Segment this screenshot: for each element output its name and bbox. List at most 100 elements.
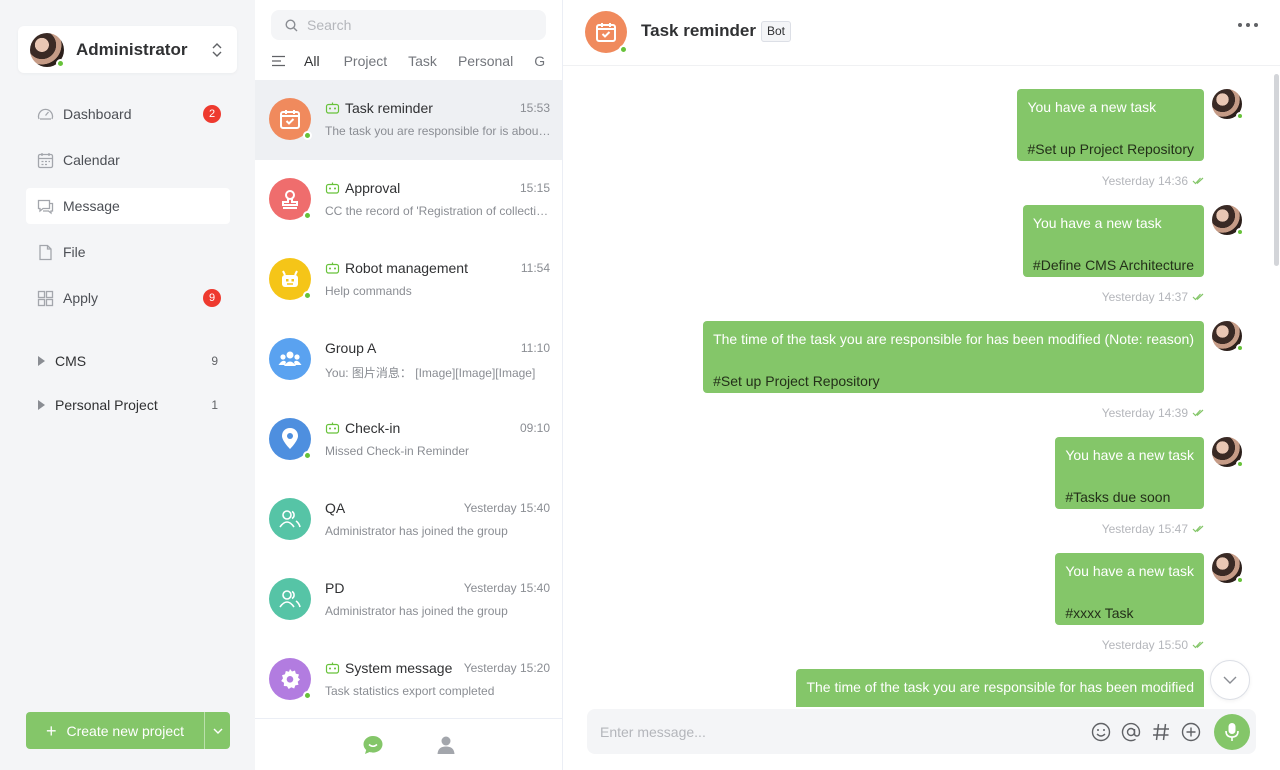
gear-icon — [269, 658, 312, 700]
conversation-item[interactable]: Robot management 11:54 Help commands — [255, 240, 562, 320]
dashboard-icon — [36, 105, 54, 123]
conversation-item[interactable]: System message Yesterday 15:20 Task stat… — [255, 640, 562, 720]
task-link[interactable]: #xxxx Task — [1065, 605, 1194, 625]
conversation-preview: You: 图片消息： [Image][Image][Image] — [325, 366, 536, 380]
contacts-icon[interactable] — [436, 735, 456, 755]
tab-personal[interactable]: Personal — [458, 53, 513, 69]
conversation-item[interactable]: Group A 11:10 You: 图片消息： [Image][Image][… — [255, 320, 562, 400]
avatar — [30, 32, 65, 68]
message-bubble: The time of the task you are responsible… — [796, 669, 1204, 707]
message-text: You have a new task — [1065, 447, 1194, 463]
message-text: You have a new task — [1032, 215, 1162, 231]
conversation-time: Yesterday 15:20 — [463, 661, 550, 675]
conversation-preview: Administrator has joined the group — [325, 524, 508, 538]
calendar-check-icon — [585, 11, 628, 54]
nav-item-message[interactable]: Message — [26, 188, 230, 224]
online-status-dot — [303, 211, 312, 220]
conversation-time: 15:15 — [519, 181, 550, 195]
chat-bubble-icon[interactable] — [362, 735, 384, 755]
emoji-icon[interactable] — [1090, 721, 1112, 743]
project-group-label: Personal Project — [55, 397, 158, 413]
task-link[interactable]: #Define CMS Architecture — [1033, 257, 1194, 277]
task-link[interactable]: #Set up Project Repository — [713, 373, 1194, 393]
add-circle-icon[interactable] — [1180, 721, 1202, 743]
chevron-down-icon — [213, 728, 222, 734]
conversation-preview: CC the record of 'Registration of collec… — [325, 204, 551, 218]
bot-tag: Bot — [761, 21, 792, 42]
conversation-item[interactable]: QA Yesterday 15:40 Administrator has joi… — [255, 480, 562, 560]
online-status-dot — [1236, 112, 1244, 120]
message-icon — [36, 197, 54, 215]
conversation-time: 11:54 — [520, 261, 550, 275]
project-count: 1 — [211, 398, 218, 412]
expand-collapse-icon[interactable] — [203, 36, 231, 64]
conversation-item[interactable]: PD Yesterday 15:40 Administrator has joi… — [255, 560, 562, 640]
bot-icon — [325, 102, 340, 114]
message-text: You have a new task — [1027, 99, 1157, 115]
message-time: Yesterday 15:50 — [1102, 638, 1204, 652]
conversation-preview: Administrator has joined the group — [325, 604, 508, 618]
bot-icon — [325, 422, 340, 434]
online-status-dot — [303, 291, 312, 300]
read-check-icon — [1192, 177, 1204, 185]
sidebar: Administrator Dashboard 2 Calendar Messa… — [0, 0, 255, 770]
list-footer-tabs — [255, 718, 562, 770]
create-project-dropdown[interactable] — [205, 712, 230, 749]
read-check-icon — [1192, 409, 1204, 417]
search-input[interactable] — [307, 17, 527, 33]
conversation-title: Approval — [325, 180, 400, 196]
task-link[interactable]: #Tasks due soon — [1065, 489, 1194, 509]
scroll-to-bottom-button[interactable] — [1210, 660, 1250, 700]
mention-icon[interactable] — [1120, 721, 1142, 743]
main-nav: Dashboard 2 Calendar Message File Apply … — [26, 96, 230, 326]
bot-icon — [325, 662, 340, 674]
calendar-icon — [36, 151, 54, 169]
nav-label: Apply — [63, 290, 99, 306]
tab-project[interactable]: Project — [344, 53, 388, 69]
nav-item-file[interactable]: File — [26, 234, 230, 270]
conversation-time: Yesterday 15:40 — [463, 501, 550, 515]
message-input[interactable] — [600, 723, 1090, 740]
conversation-time: Yesterday 15:40 — [463, 581, 550, 595]
chat-title: Task reminder — [641, 21, 756, 40]
message-stream: You have a new task #Set up Project Repo… — [563, 67, 1280, 707]
conversation-item[interactable]: Task reminder 15:53 The task you are res… — [255, 80, 562, 160]
nav-item-dashboard[interactable]: Dashboard 2 — [26, 96, 230, 132]
nav-item-apply[interactable]: Apply 9 — [26, 280, 230, 316]
message-bubble: The time of the task you are responsible… — [703, 321, 1204, 393]
scrollbar[interactable] — [1274, 74, 1279, 266]
microphone-button[interactable] — [1214, 713, 1250, 750]
conversation-item[interactable]: Approval 15:15 CC the record of 'Registr… — [255, 160, 562, 240]
message-time: Yesterday 14:36 — [1102, 174, 1204, 188]
search-box — [271, 10, 546, 40]
tab-all[interactable]: All — [304, 53, 320, 69]
file-icon — [36, 243, 54, 261]
online-status-dot — [303, 691, 312, 700]
hashtag-icon[interactable] — [1150, 721, 1172, 743]
conversation-time: 15:53 — [519, 101, 550, 115]
unread-badge: 2 — [203, 105, 221, 123]
online-status-dot — [1236, 460, 1244, 468]
more-options-icon[interactable] — [1238, 23, 1258, 27]
project-group-cms[interactable]: CMS 9 — [26, 346, 230, 376]
read-check-icon — [1192, 641, 1204, 649]
nav-item-calendar[interactable]: Calendar — [26, 142, 230, 178]
tab-group[interactable]: G — [534, 53, 545, 69]
conversation-item[interactable]: Check-in 09:10 Missed Check-in Reminder — [255, 400, 562, 480]
user-switcher[interactable]: Administrator — [18, 26, 237, 73]
project-group-personal[interactable]: Personal Project 1 — [26, 390, 230, 420]
task-link[interactable]: #Set up Project Repository — [1027, 141, 1194, 161]
conversation-title: System message — [325, 660, 452, 676]
caret-right-icon — [38, 400, 45, 410]
filter-menu-icon[interactable] — [271, 55, 287, 67]
conversation-preview: Help commands — [325, 284, 412, 298]
online-status-dot — [1236, 576, 1244, 584]
create-project-button[interactable]: + Create new project — [26, 712, 205, 749]
tab-task[interactable]: Task — [408, 53, 437, 69]
robot-icon — [269, 258, 312, 300]
online-status-dot — [1236, 228, 1244, 236]
message-text: You have a new task — [1065, 563, 1194, 579]
message-bubble: You have a new task #Tasks due soon — [1055, 437, 1204, 509]
message-composer — [587, 709, 1256, 754]
conversation-title: Check-in — [325, 420, 400, 436]
